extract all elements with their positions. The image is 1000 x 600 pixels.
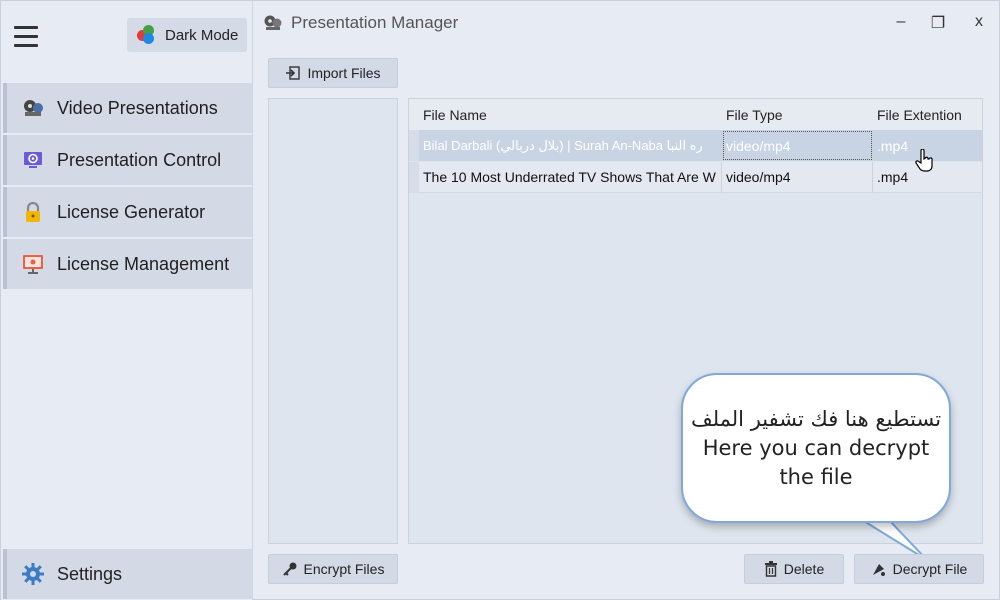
decrypt-icon bbox=[872, 564, 885, 576]
film-reel-icon bbox=[263, 13, 283, 33]
delete-button[interactable]: Delete bbox=[744, 554, 844, 584]
settings-label: Settings bbox=[57, 563, 123, 584]
minimize-button[interactable]: – bbox=[891, 13, 911, 31]
import-files-label: Import Files bbox=[307, 65, 381, 81]
cell-file-name[interactable]: Bilal Darbali (بلال دربالي) | Surah An-N… bbox=[419, 130, 722, 161]
sidebar-item-license-generator[interactable]: License Generator bbox=[3, 187, 252, 237]
row-selector[interactable] bbox=[409, 161, 419, 193]
app-window: Dark Mode Video Presentations Presentati… bbox=[0, 0, 1000, 600]
monitor-gear-icon bbox=[21, 148, 45, 172]
table-row[interactable]: Bilal Darbali (بلال دربالي) | Surah An-N… bbox=[409, 130, 982, 161]
sidebar: Dark Mode Video Presentations Presentati… bbox=[1, 1, 253, 600]
sidebar-item-label: License Generator bbox=[57, 201, 206, 222]
table-header: File Name File Type File Extention bbox=[409, 99, 982, 130]
key-icon bbox=[282, 562, 297, 576]
window-title: Presentation Manager bbox=[263, 13, 458, 33]
presentation-board-icon bbox=[21, 252, 45, 276]
cell-file-name[interactable]: The 10 Most Underrated TV Shows That Are… bbox=[419, 161, 722, 193]
delete-label: Delete bbox=[783, 561, 825, 577]
callout-english-line-2: the file bbox=[779, 464, 853, 489]
hamburger-menu-icon[interactable] bbox=[14, 26, 38, 48]
sidebar-item-presentation-control[interactable]: Presentation Control bbox=[3, 135, 252, 185]
help-callout: تستطيع هنا فك تشفير الملف Here you can d… bbox=[681, 373, 951, 523]
window-title-text: Presentation Manager bbox=[291, 13, 459, 32]
sidebar-item-label: Video Presentations bbox=[57, 97, 218, 118]
row-selector[interactable] bbox=[409, 130, 419, 161]
column-header-file-extension[interactable]: File Extention bbox=[873, 99, 982, 130]
cell-file-type[interactable]: video/mp4 bbox=[722, 130, 873, 161]
table-row[interactable]: The 10 Most Underrated TV Shows That Are… bbox=[409, 161, 982, 193]
cell-file-type[interactable]: video/mp4 bbox=[722, 161, 873, 193]
maximize-button[interactable]: ❐ bbox=[928, 13, 948, 33]
callout-english-line-1: Here you can decrypt bbox=[702, 435, 930, 460]
column-header-file-name[interactable]: File Name bbox=[409, 99, 722, 130]
sidebar-item-label: License Management bbox=[57, 253, 230, 274]
dark-mode-button[interactable]: Dark Mode bbox=[127, 18, 247, 52]
close-button[interactable]: x bbox=[969, 13, 989, 31]
encrypt-files-button[interactable]: Encrypt Files bbox=[268, 554, 398, 584]
sidebar-item-label: Presentation Control bbox=[57, 149, 222, 170]
color-circles-icon bbox=[137, 25, 157, 45]
callout-arabic-text: تستطيع هنا فك تشفير الملف bbox=[690, 406, 942, 431]
decrypt-file-label: Decrypt File bbox=[892, 561, 968, 577]
film-reel-icon bbox=[21, 96, 45, 120]
decrypt-file-button[interactable]: Decrypt File bbox=[854, 554, 984, 584]
padlock-icon bbox=[21, 200, 45, 224]
hand-cursor-icon bbox=[915, 149, 933, 172]
dark-mode-label: Dark Mode bbox=[165, 26, 239, 44]
encrypt-files-label: Encrypt Files bbox=[303, 561, 385, 577]
sidebar-item-video-presentations[interactable]: Video Presentations bbox=[3, 83, 252, 133]
file-list-panel[interactable] bbox=[268, 98, 398, 544]
sidebar-item-settings[interactable]: Settings bbox=[3, 549, 252, 599]
import-icon bbox=[286, 66, 301, 80]
column-header-file-type[interactable]: File Type bbox=[722, 99, 873, 130]
import-files-button[interactable]: Import Files bbox=[268, 58, 398, 88]
gear-icon bbox=[21, 562, 45, 586]
sidebar-nav: Video Presentations Presentation Control… bbox=[3, 83, 252, 291]
sidebar-item-license-management[interactable]: License Management bbox=[3, 239, 252, 289]
trash-icon bbox=[764, 561, 777, 577]
